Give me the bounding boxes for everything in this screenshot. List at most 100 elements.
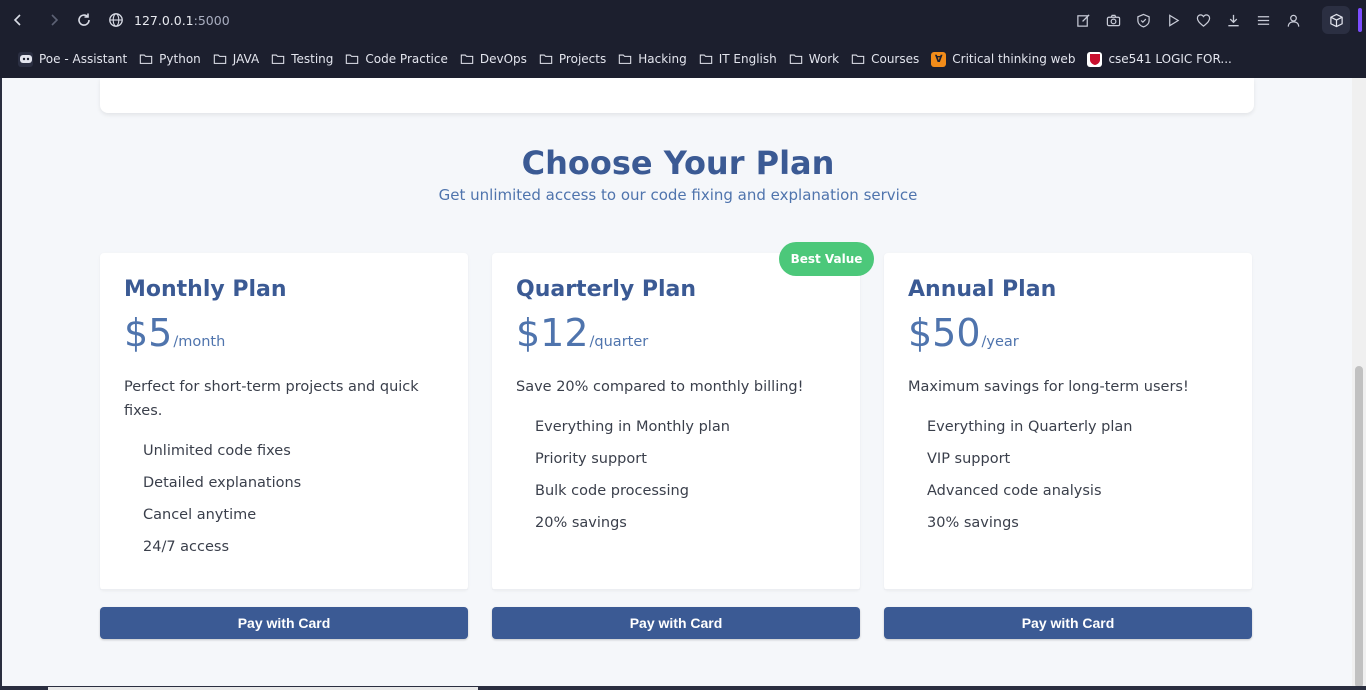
bookmark-label: Testing	[291, 52, 334, 66]
plan-price: $12 /quarter	[516, 311, 648, 355]
best-value-badge: Best Value	[779, 242, 874, 276]
bookmarks-bar: Poe - Assistant Python JAVA Testing Code…	[0, 40, 1366, 78]
feature-item: Bulk code processing	[535, 483, 689, 499]
feature-list: Everything in Monthly plan Priority supp…	[535, 415, 730, 543]
bottom-edge	[0, 686, 1366, 690]
bookmark-label: JAVA	[232, 52, 260, 66]
bookmark-label: DevOps	[479, 52, 527, 66]
feature-item: Everything in Monthly plan	[535, 419, 730, 435]
favorites-button[interactable]	[1194, 10, 1212, 30]
edit-icon	[1076, 13, 1090, 27]
plan-name: Monthly Plan	[124, 277, 287, 302]
plan-name: Annual Plan	[908, 277, 1057, 302]
price-period: /year	[981, 334, 1019, 350]
bookmark-label: IT English	[718, 52, 777, 66]
price-amount: $12	[516, 311, 589, 355]
folder-icon	[139, 54, 153, 64]
critical-thinking-favicon: ∀	[931, 51, 947, 67]
player-button[interactable]	[1164, 10, 1182, 30]
page-viewport: Choose Your Plan Get unlimited access to…	[0, 78, 1366, 690]
page-scrollbar[interactable]	[1352, 78, 1366, 690]
folder-icon	[346, 54, 359, 64]
cse541-favicon	[1087, 51, 1103, 67]
folder-icon	[789, 54, 802, 64]
plan-card-annual: Annual Plan $50 /year Maximum savings fo…	[884, 253, 1252, 590]
folder-icon	[271, 54, 285, 64]
bookmark-folder-java[interactable]: JAVA	[207, 47, 265, 71]
scrollbar-thumb[interactable]	[1355, 366, 1363, 688]
feature-item: 24/7 access	[143, 539, 230, 555]
bookmark-label: Code Practice	[365, 52, 448, 66]
pay-with-card-button-annual[interactable]: Pay with Card	[884, 607, 1252, 639]
bookmark-label: Courses	[871, 52, 920, 66]
bookmark-folder-devops[interactable]: DevOps	[454, 47, 533, 71]
profile-button[interactable]	[1284, 10, 1302, 30]
bookmark-cse541[interactable]: cse541 LOGIC FOR...	[1081, 47, 1237, 71]
feature-item: Detailed explanations	[143, 475, 302, 491]
folder-icon	[213, 54, 226, 64]
easy-setup-button[interactable]	[1254, 10, 1272, 30]
url-port: :5000	[193, 12, 230, 28]
feature-item: 20% savings	[535, 515, 627, 531]
bookmark-folder-courses[interactable]: Courses	[845, 47, 925, 71]
forward-button[interactable]	[44, 10, 64, 30]
pay-with-card-button-quarterly[interactable]: Pay with Card	[492, 607, 860, 639]
browser-toolbar: 127.0.0.1:5000	[0, 0, 1366, 40]
edit-button[interactable]	[1074, 10, 1092, 30]
reload-icon	[78, 13, 90, 26]
page-title: Choose Your Plan	[521, 144, 835, 182]
plan-card-quarterly: Quarterly Plan $12 /quarter Save 20% com…	[492, 253, 860, 590]
bookmark-folder-work[interactable]: Work	[783, 47, 845, 71]
folder-icon	[851, 54, 865, 64]
address-bar[interactable]: 127.0.0.1:5000	[108, 8, 230, 32]
bookmark-folder-testing[interactable]: Testing	[265, 47, 339, 71]
back-button[interactable]	[8, 10, 28, 30]
bookmark-folder-code-practice[interactable]: Code Practice	[339, 47, 453, 71]
bookmark-folder-hacking[interactable]: Hacking	[612, 47, 692, 71]
feature-list: Unlimited code fixes Detailed explanatio…	[143, 439, 301, 567]
price-period: /quarter	[589, 334, 649, 350]
page-subtitle: Get unlimited access to our code fixing …	[438, 186, 918, 204]
camera-icon	[1106, 14, 1120, 26]
download-icon	[1227, 14, 1239, 26]
price-amount: $5	[124, 311, 173, 355]
price-amount: $50	[908, 311, 981, 355]
reload-button[interactable]	[74, 10, 94, 30]
settings-list-icon	[1257, 15, 1269, 25]
plan-description: Maximum savings for long-term users!	[908, 379, 1189, 395]
bookmark-poe[interactable]: Poe - Assistant	[12, 47, 133, 71]
globe-icon	[109, 13, 123, 27]
play-icon	[1168, 13, 1179, 27]
bookmark-folder-projects[interactable]: Projects	[533, 47, 612, 71]
bookmark-label: Python	[159, 52, 201, 66]
vpn-button[interactable]	[1134, 10, 1152, 30]
screenshot-button[interactable]	[1104, 10, 1122, 30]
bookmark-critical-thinking[interactable]: ∀ Critical thinking web	[925, 47, 1081, 71]
folder-icon	[699, 54, 712, 64]
feature-item: 30% savings	[927, 515, 1019, 531]
plan-name: Quarterly Plan	[516, 277, 697, 302]
card-divider	[884, 589, 1252, 590]
downloads-button[interactable]	[1224, 10, 1242, 30]
extensions-button[interactable]	[1322, 6, 1350, 34]
pay-with-card-button-monthly[interactable]: Pay with Card	[100, 607, 468, 639]
forward-arrow-icon	[51, 14, 59, 26]
poe-icon	[18, 51, 33, 67]
plan-description: Save 20% compared to monthly billing!	[516, 379, 804, 395]
bookmark-folder-python[interactable]: Python	[133, 47, 207, 71]
feature-item: Advanced code analysis	[927, 483, 1102, 499]
sidebar-accent	[1358, 8, 1362, 32]
feature-item: Cancel anytime	[143, 507, 257, 523]
bookmark-label: Hacking	[638, 52, 687, 66]
folder-icon	[460, 54, 474, 64]
price-period: /month	[173, 334, 226, 350]
feature-item: Unlimited code fixes	[143, 443, 291, 459]
plan-price: $5 /month	[124, 311, 225, 355]
card-divider	[100, 589, 468, 590]
user-icon	[1287, 14, 1299, 27]
plan-card-monthly: Monthly Plan $5 /month Perfect for short…	[100, 253, 468, 590]
bookmark-label: Projects	[558, 52, 607, 66]
bookmark-folder-it-english[interactable]: IT English	[693, 47, 783, 71]
bookmark-label: Work	[808, 52, 840, 66]
back-arrow-icon	[13, 14, 21, 26]
